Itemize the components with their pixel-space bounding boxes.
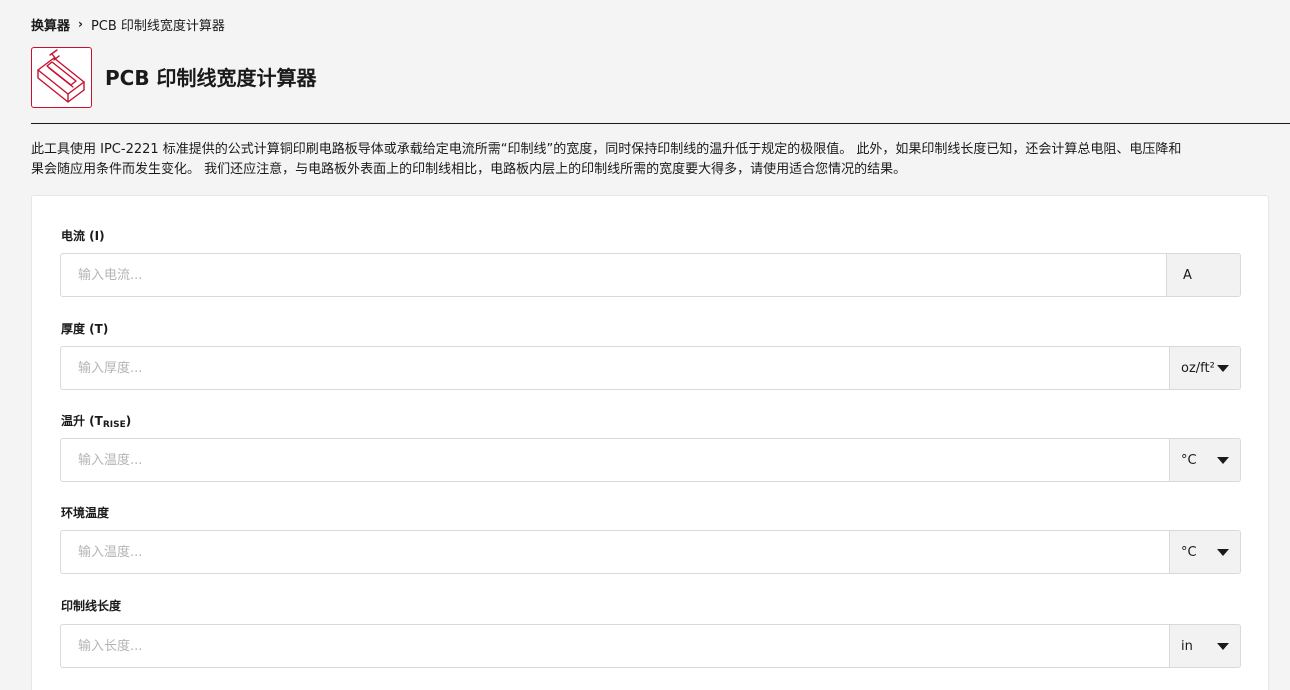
breadcrumb: 换算器 › PCB 印制线宽度计算器 <box>31 14 225 34</box>
temp-rise-field: °C <box>60 438 1241 482</box>
caret-down-icon <box>1217 456 1229 464</box>
trace-length-input[interactable] <box>61 625 1169 667</box>
trace-length-unit-select[interactable]: in <box>1169 625 1240 667</box>
temp-rise-input[interactable] <box>61 439 1169 481</box>
page-title: PCB 印制线宽度计算器 <box>105 66 317 90</box>
trace-length-unit-value: in <box>1181 638 1193 654</box>
ambient-temp-label: 环境温度 <box>61 506 110 520</box>
ambient-temp-input[interactable] <box>61 531 1169 573</box>
current-field: A <box>60 253 1241 297</box>
ambient-temp-unit-value: °C <box>1181 544 1197 560</box>
pcb-trace-icon <box>31 47 92 108</box>
current-unit: A <box>1166 254 1240 296</box>
breadcrumb-converters-link[interactable]: 换算器 <box>31 15 70 34</box>
ambient-temp-unit-select[interactable]: °C <box>1169 531 1240 573</box>
caret-down-icon <box>1217 642 1229 650</box>
thickness-label: 厚度 (T) <box>61 322 109 336</box>
trace-length-field: in <box>60 624 1241 668</box>
tool-description: 此工具使用 IPC-2221 标准提供的公式计算铜印刷电路板导体或承载给定电流所… <box>31 140 1290 180</box>
current-input[interactable] <box>61 254 1166 296</box>
description-line-1: 此工具使用 IPC-2221 标准提供的公式计算铜印刷电路板导体或承载给定电流所… <box>31 142 1182 157</box>
temp-rise-label-main: 温升 (T <box>61 414 103 428</box>
page: 换算器 › PCB 印制线宽度计算器 PCB 印制线宽度计算器 此工具使用 IP… <box>0 0 1290 690</box>
caret-down-icon <box>1217 548 1229 556</box>
title-divider <box>31 123 1290 124</box>
caret-down-icon <box>1217 364 1229 372</box>
temp-rise-unit-select[interactable]: °C <box>1169 439 1240 481</box>
temp-rise-label-end: ) <box>125 414 132 428</box>
calculator-form-card: 电流 (I) A 厚度 (T) oz/ft² 温升 (TRISE) °C 环境温… <box>31 195 1269 690</box>
description-line-2: 果会随应用条件而发生变化。 我们还应注意，与电路板外表面上的印制线相比，电路板内… <box>31 162 907 177</box>
ambient-temp-field: °C <box>60 530 1241 574</box>
trace-length-label: 印制线长度 <box>61 599 122 613</box>
breadcrumb-current: PCB 印制线宽度计算器 <box>90 18 225 34</box>
thickness-field: oz/ft² <box>60 346 1241 390</box>
chevron-right-icon: › <box>78 17 83 31</box>
thickness-input[interactable] <box>61 347 1169 389</box>
temp-rise-label: 温升 (TRISE) <box>61 412 131 430</box>
current-label: 电流 (I) <box>61 229 105 243</box>
thickness-unit-select[interactable]: oz/ft² <box>1169 347 1240 389</box>
thickness-unit-value: oz/ft² <box>1181 360 1215 376</box>
temp-rise-label-sub: RISE <box>102 420 126 430</box>
temp-rise-unit-value: °C <box>1181 452 1197 468</box>
